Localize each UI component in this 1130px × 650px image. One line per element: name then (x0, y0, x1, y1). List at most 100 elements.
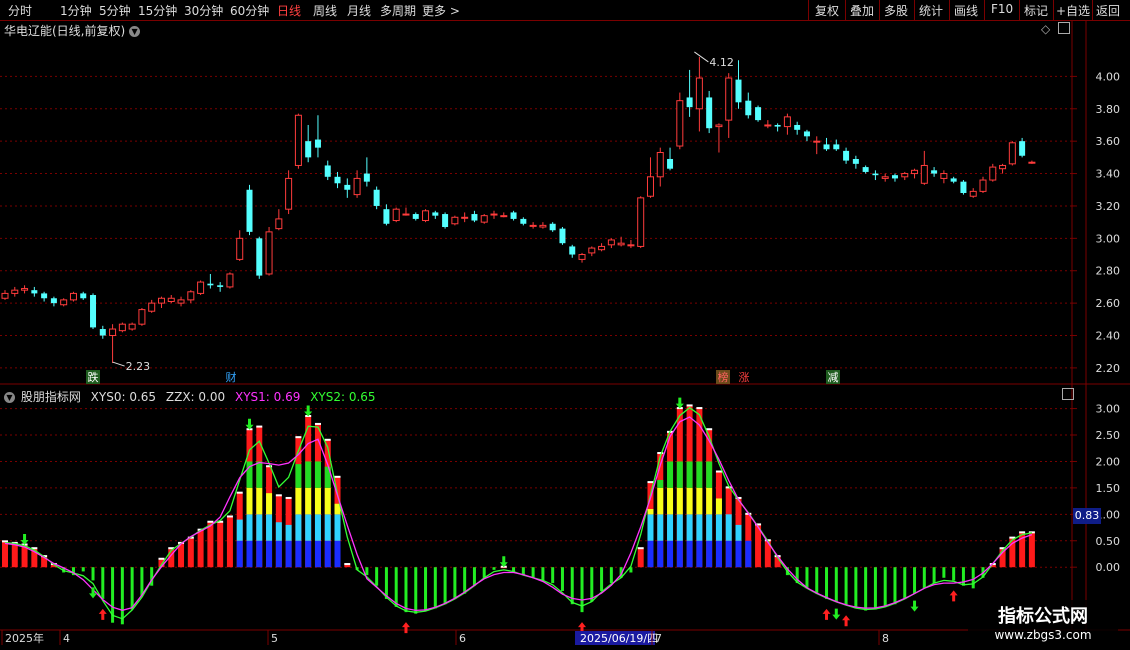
indicator-stack-segment (305, 487, 312, 515)
candle-body (217, 285, 224, 287)
candle-body (862, 167, 869, 172)
candle-body (735, 79, 742, 103)
btn-mark[interactable]: 标记 (1024, 2, 1048, 19)
indicator-collapse-icon[interactable] (1062, 388, 1074, 400)
tab-5min[interactable]: 5分钟 (99, 2, 131, 19)
price-tick-label: 3.60 (1096, 135, 1121, 148)
diamond-icon[interactable]: ◇ (1041, 22, 1050, 36)
candle-body (745, 100, 752, 116)
tab-daily[interactable]: 日线 (277, 2, 301, 19)
indicator-stack-segment (334, 514, 341, 541)
candle-body (157, 297, 165, 304)
indicator-stack-segment (735, 540, 742, 568)
indicator-stack-segment (715, 514, 722, 541)
dropdown-icon[interactable]: ▼ (129, 26, 141, 37)
time-axis-label: 5 (271, 632, 278, 645)
candle-body (931, 170, 938, 174)
indicator-legend: ▼ 股朋指标网 XYS0: 0.65 ZZX: 0.00 XYS1: 0.69 … (4, 388, 382, 405)
indicator-bar (913, 567, 917, 594)
watermark-title: 指标公式网 (998, 606, 1088, 627)
tab-1min[interactable]: 1分钟 (60, 2, 92, 19)
btn-f10[interactable]: F10 (991, 2, 1013, 16)
high-price-label: 4.12 (709, 56, 734, 69)
up-arrow-icon (98, 608, 107, 620)
candle-body (578, 254, 586, 260)
indicator-bar-cap (344, 563, 351, 566)
tab-60min[interactable]: 60分钟 (230, 2, 269, 19)
xys1-line (4, 416, 1033, 612)
event-marker: 榜 (718, 370, 729, 384)
indicator-stack-segment (725, 514, 732, 541)
indicator-bar (81, 567, 85, 572)
indicator-bar (101, 567, 105, 599)
window-toggle-icon[interactable] (1058, 22, 1070, 34)
candle-body (451, 216, 459, 225)
candle-body (764, 124, 772, 127)
indicator-stack-segment (266, 493, 273, 515)
indicator-stack-segment (266, 514, 273, 541)
indicator-stack-segment (657, 487, 664, 515)
indicator-tick-label: 0.50 (1096, 535, 1121, 548)
indicator-stack-segment (305, 540, 312, 568)
tab-30min[interactable]: 30分钟 (184, 2, 223, 19)
candle-body (138, 309, 146, 325)
candle-body (774, 124, 781, 127)
candle-body (177, 299, 185, 304)
btn-draw[interactable]: 画线 (954, 2, 978, 19)
indicator-bar (815, 567, 819, 594)
indicator-stack-segment (275, 522, 282, 541)
indicator-dropdown-icon[interactable]: ▼ (4, 392, 15, 403)
candle-body (412, 214, 419, 219)
btn-fuquan[interactable]: 复权 (815, 2, 839, 19)
tab-fenshi[interactable]: 分时 (8, 2, 32, 19)
btn-overlay[interactable]: 叠加 (850, 2, 874, 19)
tab-multi-period[interactable]: 多周期 (380, 2, 416, 19)
candle-body (969, 190, 977, 197)
indicator-bar (453, 567, 457, 599)
indicator-bar (971, 567, 975, 589)
indicator-stack-segment (696, 540, 703, 568)
indicator-bar-cap (637, 547, 644, 550)
up-arrow-icon (842, 615, 851, 627)
indicator-stack-segment (285, 524, 292, 541)
down-arrow-icon (304, 405, 313, 417)
candle-body (246, 189, 253, 232)
candle-body (285, 177, 293, 210)
price-tick-label: 2.60 (1096, 297, 1121, 310)
candle-body (373, 189, 380, 206)
indicator-stack-segment (295, 514, 302, 541)
price-tick-label: 2.40 (1096, 330, 1121, 343)
btn-back[interactable]: 返回 (1096, 2, 1120, 19)
btn-stats[interactable]: 统计 (919, 2, 943, 19)
indicator-stack-segment (256, 514, 263, 541)
tab-weekly[interactable]: 周线 (313, 2, 337, 19)
indicator-stack-segment (295, 540, 302, 568)
tab-monthly[interactable]: 月线 (347, 2, 371, 19)
indicator-stack-segment (706, 487, 713, 515)
candle-body (920, 164, 928, 184)
candle-body (667, 158, 674, 169)
up-arrow-icon (822, 608, 831, 620)
candle-body (353, 177, 361, 196)
indicator-bar (226, 516, 233, 568)
candle-body (891, 175, 898, 179)
main-chart-title: 华电辽能(日线,前复权) ▼ (4, 22, 141, 39)
indicator-tick-label: 2.50 (1096, 429, 1121, 442)
indicator-bar-cap (334, 475, 341, 478)
chart-canvas[interactable]: 4.00 3.80 3.60 3.40 3.20 3.00 2.80 2.60 2.40 2.20… (0, 0, 1130, 650)
tab-15min[interactable]: 15分钟 (138, 2, 177, 19)
candle-body (50, 298, 57, 304)
btn-multi-stock[interactable]: 多股 (884, 2, 908, 19)
tab-more[interactable]: 更多 > (422, 2, 460, 19)
indicator-bar-cap (647, 481, 654, 484)
low-pointer (112, 361, 125, 367)
btn-add-watchlist[interactable]: +自选 (1056, 2, 1090, 19)
indicator-bar (187, 538, 194, 568)
candle-body (69, 292, 77, 301)
indicator-stack-segment (676, 487, 683, 515)
candle-body (803, 131, 810, 137)
indicator-stack-segment (667, 540, 674, 568)
indicator-bar (551, 567, 555, 584)
indicator-bar (844, 567, 848, 606)
indicator-stack-segment (676, 514, 683, 541)
